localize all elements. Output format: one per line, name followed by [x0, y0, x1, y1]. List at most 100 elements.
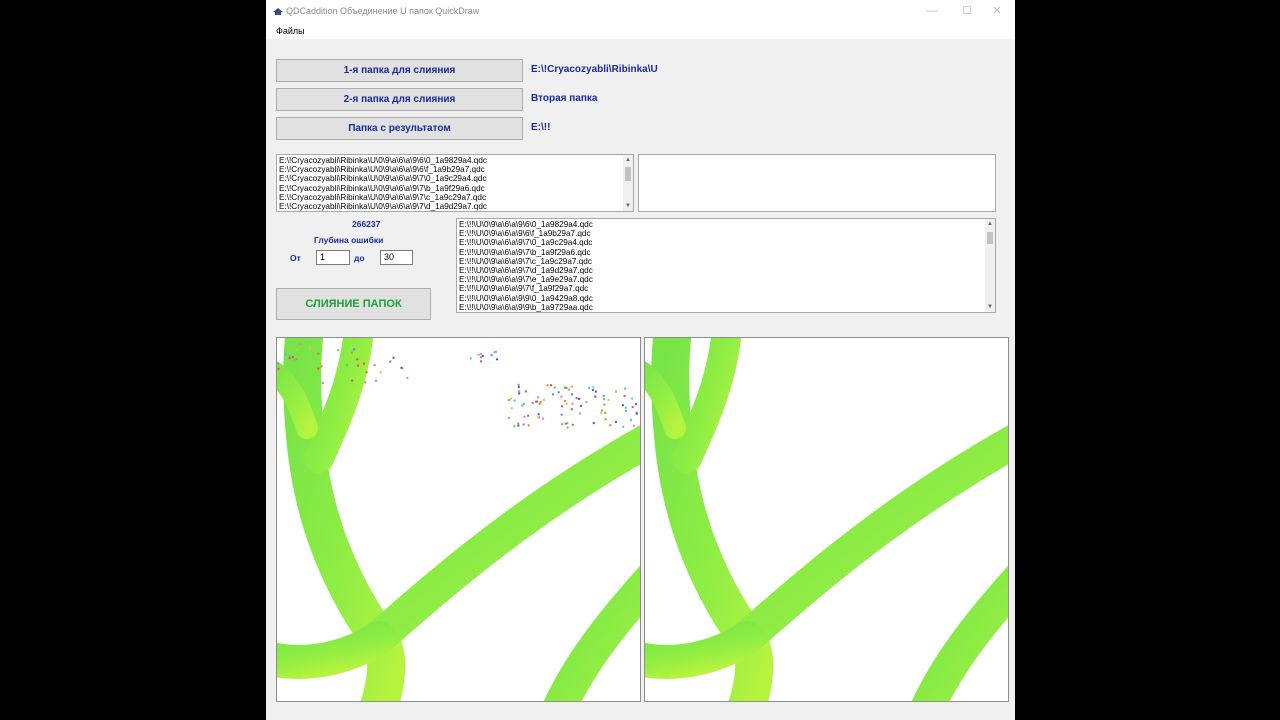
noise-dot [392, 356, 395, 359]
noise-dot [295, 358, 298, 361]
noise-dot [510, 397, 513, 400]
result-list: E:\!!\U\0\9\a\6\a\9\6\0_1a9829a4.qdc E:\… [459, 220, 593, 312]
noise-dot [353, 348, 356, 351]
noise-dot [579, 412, 582, 415]
noise-dot [565, 402, 568, 405]
list-item[interactable]: E:\!!\U\0\9\a\6\a\9\7\e_1a9e29a7.qdc [459, 275, 593, 284]
noise-dot [517, 386, 520, 389]
noise-dot [346, 364, 349, 367]
list-item[interactable]: E:\!!\U\0\9\a\6\a\9\7\b_1a9f29a6.qdc [459, 248, 593, 257]
noise-dot [604, 411, 607, 414]
second-folder-listbox[interactable] [638, 154, 996, 212]
to-input[interactable]: 30 [380, 250, 413, 265]
noise-dot [579, 404, 582, 407]
noise-dot [317, 352, 320, 355]
scroll-down-icon[interactable]: ▼ [985, 302, 995, 312]
noise-dot [531, 401, 534, 404]
scroll-down-icon[interactable]: ▼ [623, 201, 633, 211]
noise-dot [604, 418, 607, 421]
list-item[interactable]: E:\!!\U\0\9\a\6\a\9\6\f_1a9b29a7.qdc [459, 229, 593, 238]
noise-dot [480, 356, 482, 359]
preview-canvas [277, 338, 640, 701]
list-item[interactable]: E:\!Cryacozyabli\Ribinka\U\0\9\a\6\a\9\7… [279, 193, 487, 202]
noise-dot [356, 364, 359, 367]
scroll-thumb[interactable] [987, 232, 993, 244]
noise-dot [517, 383, 520, 386]
noise-dot [317, 367, 320, 370]
vertical-scrollbar[interactable]: ▲ ▼ [623, 155, 633, 211]
noise-dot [570, 385, 573, 388]
noise-dot [288, 357, 291, 360]
noise-dot [632, 424, 635, 427]
list-item[interactable]: E:\!!\U\0\9\a\6\a\9\7\c_1a9c29a7.qdc [459, 257, 593, 266]
noise-dot [477, 353, 480, 356]
first-folder-button[interactable]: 1-я папка для слияния [276, 59, 523, 82]
vertical-scrollbar[interactable]: ▲ ▼ [985, 219, 995, 312]
list-item[interactable]: E:\!Cryacozyabli\Ribinka\U\0\9\a\6\a\9\6… [279, 156, 487, 165]
noise-dot [308, 345, 311, 347]
list-item[interactable]: E:\!!\U\0\9\a\6\a\9\9\0_1a9429a8.qdc [459, 294, 593, 303]
noise-dot [322, 382, 325, 385]
noise-dot [585, 401, 588, 404]
noise-dot [568, 388, 570, 391]
noise-dot [523, 415, 526, 418]
menu-files[interactable]: Файлы [276, 26, 305, 36]
scroll-thumb[interactable] [625, 167, 631, 181]
noise-dot [551, 393, 554, 396]
first-folder-listbox[interactable]: E:\!Cryacozyabli\Ribinka\U\0\9\a\6\a\9\6… [276, 154, 634, 212]
noise-dot [571, 423, 574, 426]
noise-dot [356, 358, 359, 361]
list-item[interactable]: E:\!Cryacozyabli\Ribinka\U\0\9\a\6\a\9\7… [279, 184, 487, 193]
result-folder-path: E:\!! [531, 122, 551, 133]
list-item[interactable]: E:\!Cryacozyabli\Ribinka\U\0\9\a\6\a\9\6… [279, 165, 487, 174]
noise-dot [538, 402, 541, 405]
scroll-up-icon[interactable]: ▲ [985, 219, 995, 229]
noise-dot [575, 397, 578, 400]
noise-dot [480, 360, 482, 363]
list-item[interactable]: E:\!!\U\0\9\a\6\a\9\6\0_1a9829a4.qdc [459, 220, 593, 229]
preview-image-result [644, 337, 1009, 702]
noise-dot [364, 381, 367, 384]
noise-dot [277, 362, 279, 365]
noise-dot [527, 414, 530, 417]
noise-dot [284, 353, 287, 356]
noise-dot [375, 380, 377, 382]
close-button[interactable]: ✕ [988, 3, 1006, 19]
second-folder-button[interactable]: 2-я папка для слияния [276, 88, 523, 111]
noise-dot [539, 401, 542, 404]
list-item[interactable]: E:\!!\U\0\9\a\6\a\9\7\0_1a9c29a4.qdc [459, 238, 593, 247]
result-listbox[interactable]: E:\!!\U\0\9\a\6\a\9\6\0_1a9829a4.qdc E:\… [456, 218, 996, 313]
noise-dot [510, 407, 513, 410]
maximize-button[interactable]: ☐ [958, 3, 976, 19]
list-item[interactable]: E:\!!\U\0\9\a\6\a\9\7\d_1a9d29a7.qdc [459, 266, 593, 275]
list-item[interactable]: E:\!!\U\0\9\a\6\a\9\7\f_1a9f29a7.qdc [459, 284, 593, 293]
noise-dot [379, 371, 382, 374]
list-item[interactable]: E:\!Cryacozyabli\Ribinka\U\0\9\a\6\a\9\7… [279, 174, 487, 183]
scroll-up-icon[interactable]: ▲ [623, 155, 633, 165]
list-item[interactable]: E:\!Cryacozyabli\Ribinka\U\0\9\a\6\a\9\7… [279, 202, 487, 211]
merge-folders-button[interactable]: СЛИЯНИЕ ПАПОК [276, 288, 431, 320]
noise-dot [481, 355, 484, 357]
noise-dot [564, 386, 567, 389]
noise-dot [553, 386, 556, 389]
menu-bar: Файлы [266, 23, 1015, 39]
noise-dot [524, 390, 527, 393]
noise-dot [588, 386, 591, 389]
noise-dot [522, 423, 525, 426]
preview-image-source [276, 337, 641, 702]
noise-dot [362, 362, 365, 365]
noise-dot [537, 416, 540, 419]
noise-dot [615, 420, 617, 423]
noise-dot [298, 343, 301, 346]
minimize-button[interactable]: — [923, 3, 941, 19]
file-counter: 266237 [352, 219, 381, 229]
noise-dot [631, 397, 634, 400]
from-input[interactable]: 1 [316, 250, 350, 265]
list-item[interactable]: E:\!!\U\0\9\a\6\a\9\9\b_1a9729aa.qdc [459, 303, 593, 312]
noise-dot [406, 376, 409, 379]
noise-dot [320, 365, 323, 368]
noise-dot [621, 404, 624, 407]
noise-dot [631, 406, 634, 409]
result-folder-button[interactable]: Папка с результатом [276, 117, 523, 140]
noise-dot [609, 424, 612, 427]
